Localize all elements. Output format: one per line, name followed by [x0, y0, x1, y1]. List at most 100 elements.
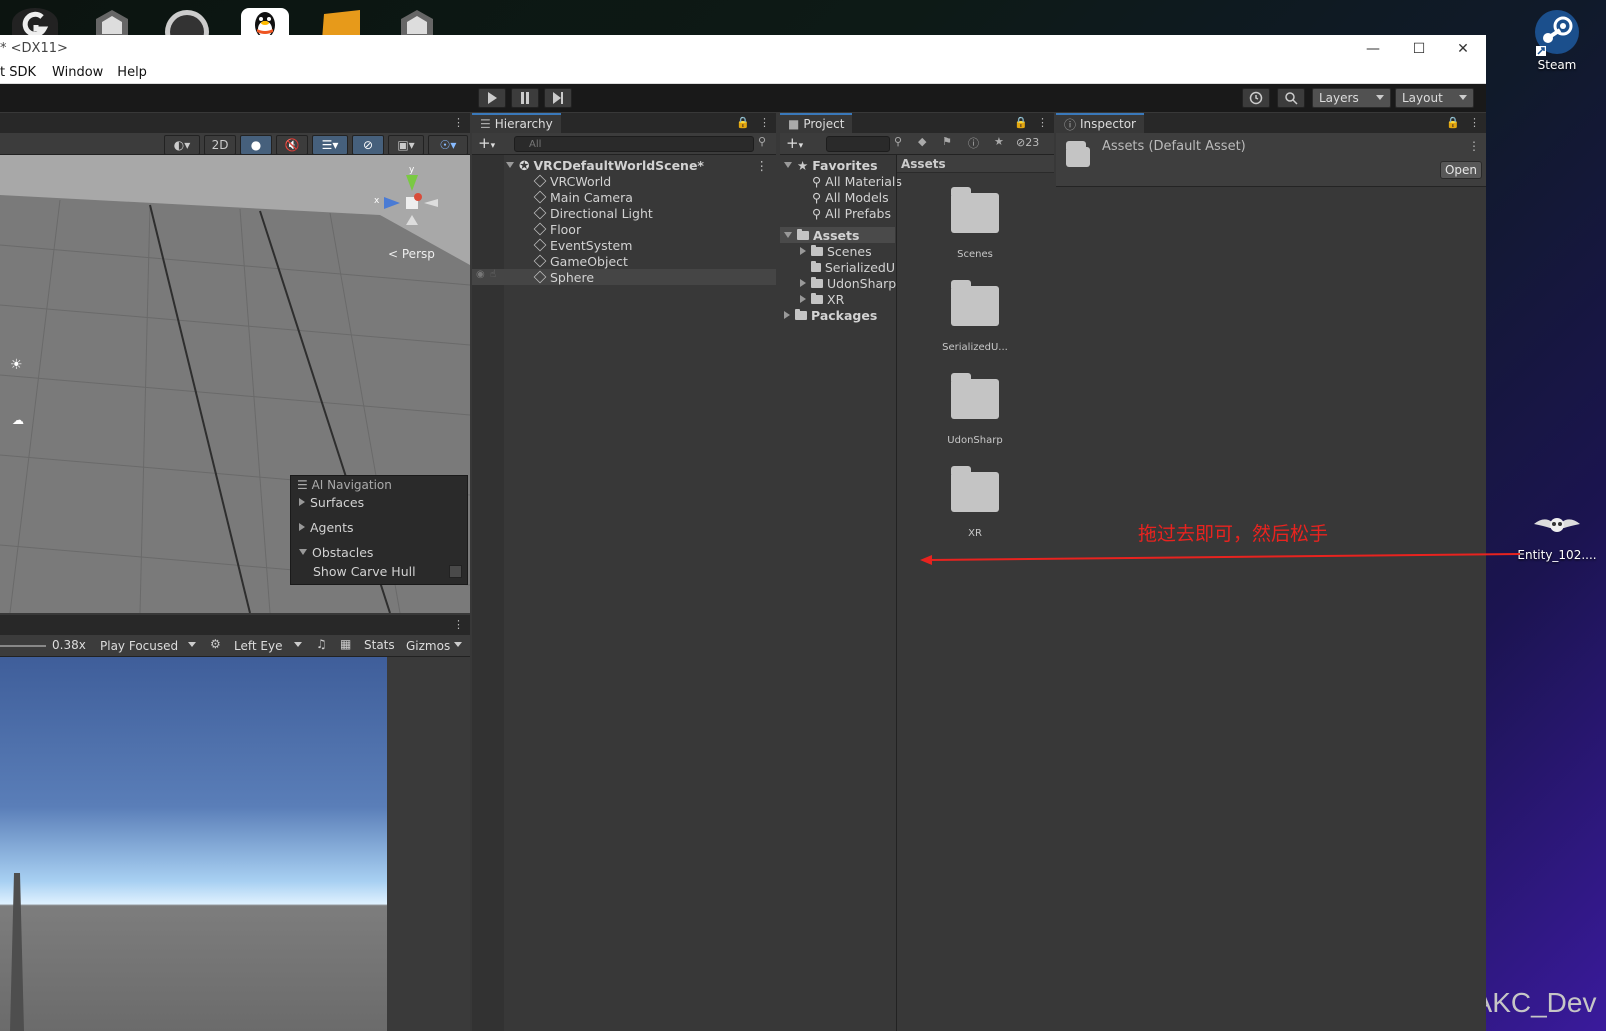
game-viewport[interactable] — [0, 657, 387, 1031]
play-mode-dropdown[interactable]: Play Focused — [94, 636, 202, 656]
favorite-item[interactable]: ⚲ All Prefabs — [812, 205, 891, 221]
search-scene-icon[interactable]: ⚲ — [894, 135, 902, 148]
asset-folder-label: SerializedU — [824, 259, 895, 275]
more-icon[interactable]: ⋮ — [453, 116, 464, 129]
play-button[interactable] — [478, 88, 506, 108]
add-icon[interactable]: +▾ — [786, 134, 803, 152]
lock-icon[interactable]: 🔒 — [736, 116, 750, 129]
menu-help[interactable]: Help — [117, 65, 147, 80]
bug-icon[interactable]: ⚙ — [210, 637, 221, 651]
assets-tree-row[interactable]: Assets — [784, 227, 859, 243]
pause-button[interactable] — [511, 88, 539, 108]
ai-nav-agents[interactable]: Agents — [299, 519, 354, 535]
lighting-toggle[interactable]: ● — [240, 135, 272, 155]
speaker-icon[interactable]: ♫ — [316, 637, 327, 651]
layers-dropdown[interactable]: Layers — [1312, 88, 1391, 108]
scene-root-row[interactable]: ✪ VRCDefaultWorldScene* ⋮ — [506, 157, 774, 173]
persp-label[interactable]: < Persp — [388, 247, 435, 261]
stats-button[interactable]: Stats — [364, 638, 395, 652]
hierarchy-item[interactable]: Directional Light — [533, 205, 653, 221]
taskbar-app-g-icon[interactable] — [12, 8, 58, 38]
lock-icon[interactable]: 🔒 — [1014, 116, 1028, 129]
project-search-input[interactable] — [826, 136, 890, 152]
search-scene-icon[interactable]: ⚲ — [758, 135, 766, 148]
more-icon[interactable]: ⋮ — [1469, 116, 1480, 129]
history-button[interactable] — [1242, 88, 1270, 108]
hierarchy-item[interactable]: GameObject — [533, 253, 628, 269]
project-grid-item[interactable]: Scenes — [920, 185, 1030, 275]
eye-icon[interactable]: ◉ — [476, 269, 485, 280]
shading-mode-button[interactable]: ◐▾ — [164, 135, 200, 155]
gizmos-dropdown[interactable]: Gizmos — [400, 636, 468, 656]
cube-icon — [533, 238, 547, 252]
asset-folder-row[interactable]: UdonSharp — [800, 275, 896, 291]
more-icon[interactable]: ⋮ — [759, 116, 770, 129]
maximize-button[interactable]: ☐ — [1396, 35, 1442, 62]
show-carve-hull-checkbox[interactable] — [449, 565, 462, 578]
star-icon[interactable]: ★ — [994, 135, 1004, 148]
favorite-item[interactable]: ⚲ All Materials — [812, 173, 902, 189]
packages-row[interactable]: Packages — [784, 307, 877, 323]
favorites-row[interactable]: ★ Favorites — [784, 157, 878, 173]
pause-icon — [521, 92, 529, 104]
asset-folder-row[interactable]: Scenes — [800, 243, 872, 259]
filter-type-icon[interactable]: ◆ — [918, 135, 926, 148]
minimize-button[interactable]: — — [1350, 35, 1396, 62]
lock-icon[interactable]: 🔒 — [1446, 116, 1460, 129]
breadcrumb[interactable]: Assets — [901, 157, 946, 171]
scene-view: ⋮ ◐▾ 2D ● 🔇 ☰▾ ⊘ ▣▾ ☉▾ y x < Persp ☀ ☁ ☰… — [0, 113, 470, 613]
add-icon[interactable]: +▾ — [478, 134, 495, 152]
scene-viewport[interactable]: y x < Persp ☀ ☁ ☰ AI Navigation Surfaces… — [0, 155, 470, 613]
tab-hierarchy[interactable]: ☰ Hierarchy — [472, 113, 561, 133]
hierarchy-item[interactable]: VRCWorld — [533, 173, 611, 189]
more-icon[interactable]: ⋮ — [453, 618, 464, 631]
menu-sdk[interactable]: t SDK — [0, 65, 36, 80]
main-toolbar: Layers Layout — [0, 84, 1486, 112]
project-grid-item[interactable]: SerializedU... — [920, 278, 1030, 368]
ai-nav-obstacles[interactable]: Obstacles — [299, 544, 373, 560]
tab-inspector[interactable]: ⓘ Inspector — [1056, 113, 1144, 133]
unity-editor-window: * <DX11> — ☐ ✕ t SDK Window Help Layers … — [0, 35, 1520, 1031]
layout-dropdown[interactable]: Layout — [1395, 88, 1474, 108]
hierarchy-item-selected[interactable]: Sphere — [533, 269, 594, 285]
filter-label-icon[interactable]: ⚑ — [942, 135, 952, 148]
orientation-gizmo[interactable]: y x — [372, 163, 452, 243]
project-split-divider[interactable] — [896, 155, 897, 1031]
unity-scene-icon: ✪ — [519, 157, 530, 173]
audio-toggle[interactable]: 🔇 — [276, 135, 308, 155]
search-button[interactable] — [1277, 88, 1305, 108]
hierarchy-search-input[interactable]: All — [514, 136, 754, 152]
project-grid-item[interactable]: XR — [920, 464, 1030, 554]
hierarchy-item[interactable]: EventSystem — [533, 237, 632, 253]
ai-nav-title[interactable]: ☰ AI Navigation — [297, 478, 392, 492]
camera-button[interactable]: ▣▾ — [388, 135, 424, 155]
more-icon[interactable]: ⋮ — [756, 158, 769, 173]
visibility-toggle[interactable]: ⊘ — [352, 135, 384, 155]
asset-folder-row[interactable]: XR — [800, 291, 844, 307]
asset-folder-row[interactable]: SerializedU — [811, 259, 895, 275]
eye-dropdown[interactable]: Left Eye — [228, 636, 308, 656]
pick-icon[interactable]: ☝ — [490, 269, 496, 280]
hidden-packages-toggle[interactable]: ⊘23 — [1016, 136, 1039, 149]
cube-icon — [533, 206, 547, 220]
more-icon[interactable]: ⋮ — [1468, 139, 1480, 153]
filter-log-icon[interactable]: ⓘ — [968, 135, 979, 151]
hierarchy-item[interactable]: Main Camera — [533, 189, 633, 205]
ai-nav-surfaces[interactable]: Surfaces — [299, 494, 364, 510]
gizmos-toggle[interactable]: ☉▾ — [428, 135, 468, 155]
open-button[interactable]: Open — [1440, 161, 1482, 179]
more-icon[interactable]: ⋮ — [1037, 116, 1048, 129]
close-button[interactable]: ✕ — [1440, 35, 1486, 62]
steam-shortcut[interactable]: Steam — [1512, 8, 1602, 72]
scale-slider-track[interactable] — [0, 645, 46, 647]
effects-toggle[interactable]: ☰▾ — [312, 135, 348, 155]
step-button[interactable] — [544, 88, 572, 108]
keyboard-icon[interactable]: ▦ — [340, 637, 351, 651]
favorite-item[interactable]: ⚲ All Models — [812, 189, 889, 205]
entity-shortcut[interactable]: Entity_102.... — [1512, 510, 1602, 562]
hierarchy-item[interactable]: Floor — [533, 221, 581, 237]
project-grid-item[interactable]: UdonSharp — [920, 371, 1030, 461]
tab-project[interactable]: ■ Project — [780, 113, 853, 133]
2d-toggle[interactable]: 2D — [204, 135, 236, 155]
menu-window[interactable]: Window — [52, 65, 103, 80]
